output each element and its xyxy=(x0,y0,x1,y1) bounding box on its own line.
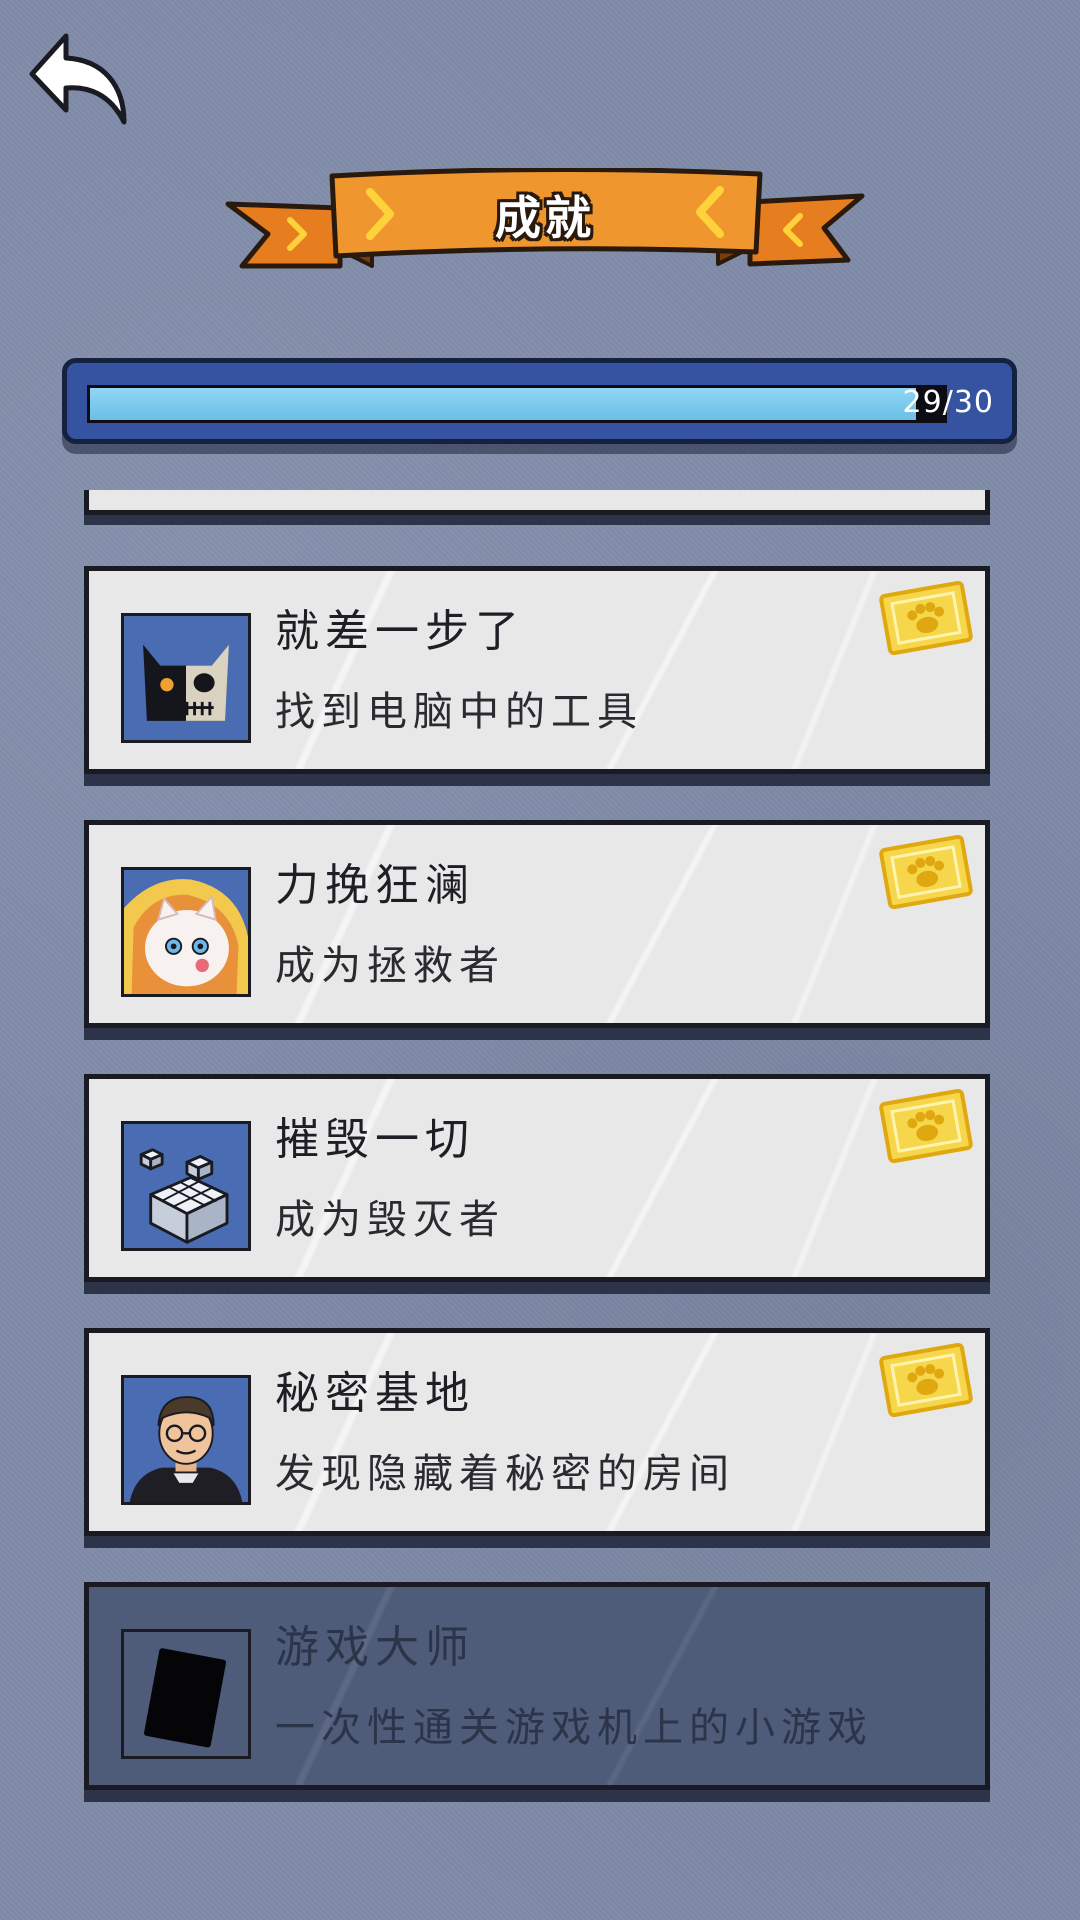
achievement-progress-bar: 29/30 xyxy=(62,358,1017,444)
achievement-item-locked[interactable]: 游戏大师 一次性通关游戏机上的小游戏 xyxy=(84,1582,990,1790)
achievement-title: 就差一步了 xyxy=(275,606,525,657)
achievement-title: 摧毁一切 xyxy=(275,1114,475,1165)
paw-badge-icon xyxy=(876,830,977,915)
achievement-description: 成为拯救者 xyxy=(275,943,505,989)
achievement-description: 一次性通关游戏机上的小游戏 xyxy=(275,1705,873,1751)
achievement-icon xyxy=(121,1629,251,1759)
list-item-partial xyxy=(84,490,990,515)
achievement-description: 发现隐藏着秘密的房间 xyxy=(275,1451,735,1497)
achievement-item[interactable]: 秘密基地 发现隐藏着秘密的房间 xyxy=(84,1328,990,1536)
cat-skull-icon xyxy=(124,616,248,740)
paw-badge-icon xyxy=(876,1084,977,1169)
achievement-description: 成为毁灭者 xyxy=(275,1197,505,1243)
achievement-icon xyxy=(121,613,251,743)
kitten-icon xyxy=(124,870,248,994)
progress-track xyxy=(87,385,947,423)
paw-badge-icon xyxy=(876,576,977,661)
achievement-icon xyxy=(121,1375,251,1505)
cubes-icon xyxy=(124,1124,248,1248)
progress-count: 29/30 xyxy=(902,385,994,420)
achievement-item[interactable]: 摧毁一切 成为毁灭者 xyxy=(84,1074,990,1282)
title-ribbon: 成就 xyxy=(220,168,870,286)
achievement-description: 找到电脑中的工具 xyxy=(275,689,643,735)
man-portrait-icon xyxy=(124,1378,248,1502)
achievement-item[interactable]: 就差一步了 找到电脑中的工具 xyxy=(84,566,990,774)
achievement-list[interactable]: 就差一步了 找到电脑中的工具 力挽狂澜 成为拯救者 摧毁一切 成为毁灭者 秘密基… xyxy=(0,490,1080,1835)
game-device-icon xyxy=(124,1632,248,1756)
achievement-title: 游戏大师 xyxy=(275,1622,475,1673)
page-title: 成就 xyxy=(495,191,595,245)
achievement-title: 力挽狂澜 xyxy=(275,860,475,911)
achievement-icon xyxy=(121,1121,251,1251)
back-button[interactable] xyxy=(26,30,130,130)
achievement-item[interactable]: 力挽狂澜 成为拯救者 xyxy=(84,820,990,1028)
achievement-icon xyxy=(121,867,251,997)
achievement-title: 秘密基地 xyxy=(275,1368,475,1419)
paw-badge-icon xyxy=(876,1338,977,1423)
progress-fill xyxy=(90,388,916,420)
back-arrow-icon xyxy=(29,33,127,125)
